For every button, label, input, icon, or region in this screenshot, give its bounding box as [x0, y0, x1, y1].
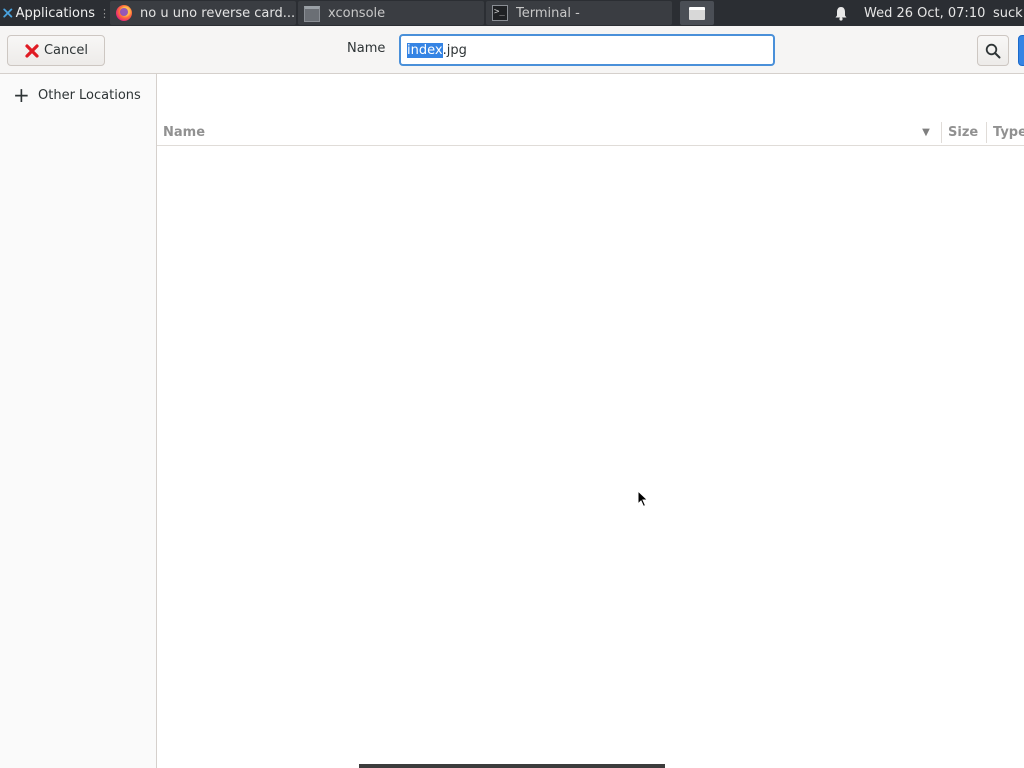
top-panel: Applications ⋮ no u uno reverse card... … — [0, 0, 1024, 26]
notifications-button[interactable] — [833, 0, 849, 26]
filename-input[interactable]: index .jpg — [399, 34, 775, 66]
applications-label: Applications — [15, 5, 95, 21]
applications-menu[interactable]: Applications ⋮ — [0, 0, 110, 26]
show-desktop-button[interactable] — [680, 1, 714, 25]
name-label: Name — [347, 41, 386, 56]
desktop-icon — [689, 6, 705, 20]
scrollbar[interactable] — [359, 764, 665, 768]
terminal-icon: >_ — [492, 5, 508, 21]
dialog-header-bar: Cancel Name index .jpg — [0, 26, 1024, 74]
places-sidebar: + Other Locations — [0, 74, 157, 768]
window-icon — [304, 6, 320, 22]
search-icon — [985, 43, 1001, 58]
file-list[interactable]: Name ▼ Size Type — [157, 74, 1024, 768]
menu-separator: ⋮ — [99, 6, 110, 20]
filename-extension-text: .jpg — [442, 42, 467, 58]
filename-selected-text: index — [407, 42, 443, 58]
save-button[interactable] — [1018, 35, 1024, 66]
sidebar-item-other-locations[interactable]: + Other Locations — [0, 82, 156, 108]
firefox-icon — [116, 5, 132, 21]
column-header-size[interactable]: Size — [948, 119, 978, 146]
user-menu[interactable]: suck — [993, 0, 1023, 26]
column-divider[interactable] — [986, 122, 987, 143]
task-title: xconsole — [328, 5, 386, 21]
column-header-name[interactable]: Name — [163, 119, 941, 146]
clock[interactable]: Wed 26 Oct, 07:10 — [864, 0, 985, 26]
column-header-row: Name ▼ Size Type — [157, 119, 1024, 146]
column-header-type[interactable]: Type — [993, 119, 1024, 146]
column-divider[interactable] — [941, 122, 942, 143]
taskbar-button-firefox[interactable]: no u uno reverse card... — [110, 1, 296, 25]
cancel-button[interactable]: Cancel — [7, 35, 105, 66]
sort-descending-icon: ▼ — [922, 127, 930, 138]
xfce-logo-icon — [3, 8, 13, 18]
task-title: Terminal - — [516, 5, 580, 21]
plus-icon: + — [13, 83, 30, 107]
bell-icon — [835, 6, 847, 21]
cancel-label: Cancel — [43, 43, 89, 58]
search-button[interactable] — [977, 35, 1009, 66]
close-icon — [25, 43, 39, 58]
mouse-pointer-icon — [637, 490, 649, 508]
taskbar-button-xconsole[interactable]: xconsole — [298, 1, 484, 25]
sidebar-item-label: Other Locations — [38, 87, 141, 103]
task-title: no u uno reverse card... — [140, 5, 296, 21]
taskbar-button-terminal[interactable]: >_ Terminal - — [486, 1, 672, 25]
